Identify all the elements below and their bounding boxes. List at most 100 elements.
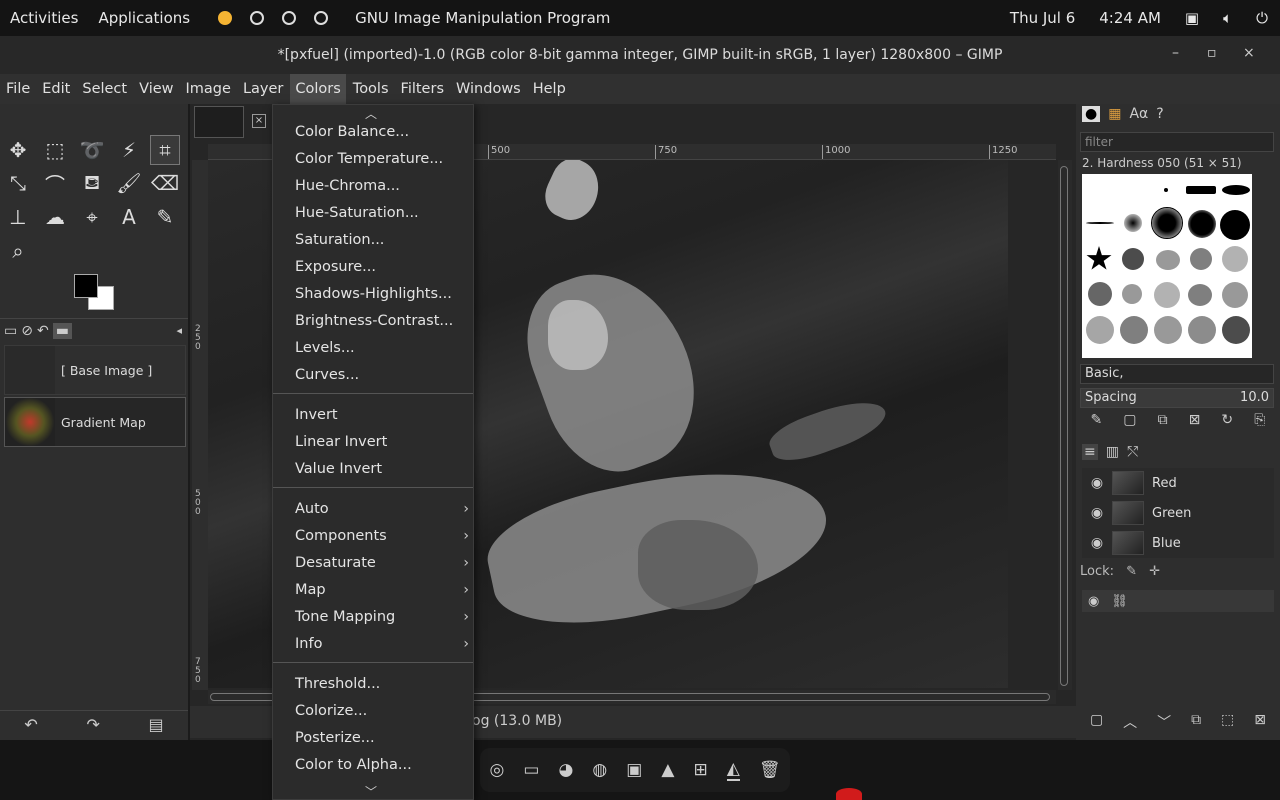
text-tool-icon[interactable]: A [114,202,144,232]
fonts-tab-icon[interactable]: Aα [1129,106,1148,122]
visibility-eye-icon[interactable]: ◉ [1082,505,1112,521]
menu-item-color-temperature[interactable]: Color Temperature... [295,146,443,173]
channel-row-blue[interactable]: ◉ Blue [1082,528,1274,558]
menu-file[interactable]: File [1,74,35,104]
brush-item[interactable] [1086,222,1114,224]
zoom-tool-icon[interactable]: ⌕ [3,236,33,266]
images-tab-icon[interactable]: ▬ [52,322,72,339]
channel-row-empty[interactable]: ◉ ⛓ [1082,590,1274,612]
visibility-eye-icon[interactable]: ◉ [1082,535,1112,551]
channel-to-selection-icon[interactable]: ⬚ [1221,712,1234,736]
menu-item-curves[interactable]: Curves... [295,362,359,389]
vertical-scrollbar[interactable] [1058,160,1072,690]
menu-windows[interactable]: Windows [451,74,526,104]
brush-item[interactable] [1188,316,1216,344]
channels-tab-icon[interactable]: ▥ [1106,444,1119,460]
dock-menu-icon[interactable]: ◂ [176,324,182,337]
brushes-tab-icon[interactable]: ● [1082,106,1101,122]
brush-preset-select[interactable]: Basic, [1080,364,1274,384]
brush-item[interactable] [1186,186,1216,194]
open-brush-icon[interactable]: ⎘ [1254,412,1265,434]
menu-tools[interactable]: Tools [348,74,394,104]
gimp-icon[interactable]: ◭ [726,759,740,781]
brush-grid[interactable] [1082,174,1252,358]
image-tab-thumbnail[interactable] [194,106,244,138]
menu-item-shadows-highlights[interactable]: Shadows-Highlights... [295,281,452,308]
clone-tool-icon[interactable]: ⊥ [3,202,33,232]
visibility-eye-icon[interactable]: ◉ [1088,594,1099,609]
menu-help[interactable]: Help [528,74,571,104]
menu-item-value-invert[interactable]: Value Invert [295,456,382,483]
brush-item[interactable] [1222,246,1248,272]
transform-tool-icon[interactable]: ⤡ [3,168,33,198]
menu-item-posterize[interactable]: Posterize... [295,725,375,752]
brush-item[interactable] [1188,210,1216,238]
chain-icon[interactable]: ⛓ [1111,594,1128,609]
fuzzy-select-tool-icon[interactable]: ⚡ [114,135,144,165]
warp-tool-icon[interactable]: ⌒ [40,168,70,198]
display-icon[interactable]: ▣ [1185,9,1199,27]
device-status-tab-icon[interactable]: ⊘ [21,323,33,339]
paths-tab-icon[interactable]: ⤲ [1127,444,1138,460]
menu-item-saturation[interactable]: Saturation... [295,227,384,254]
menu-item-auto[interactable]: Auto [295,496,329,523]
android-icon[interactable]: ⊞ [693,760,707,780]
spacing-slider[interactable]: Spacing 10.0 [1080,388,1274,408]
new-brush-icon[interactable]: ▢ [1123,412,1136,434]
patterns-tab-icon[interactable]: ▦ [1108,106,1121,122]
brush-item[interactable] [1151,207,1183,239]
brush-item[interactable] [1154,316,1182,344]
date-label[interactable]: Thu Jul 6 [1010,9,1075,27]
time-label[interactable]: 4:24 AM [1099,9,1161,27]
brush-item[interactable] [1164,188,1168,192]
foreground-color-swatch[interactable] [74,274,98,298]
workspace-indicator[interactable] [250,11,265,25]
smudge-tool-icon[interactable]: ☁ [40,202,70,232]
history-item-base-image[interactable]: [ Base Image ] [4,345,186,395]
workspace-indicator[interactable] [314,11,329,25]
lock-position-icon[interactable]: ✛ [1149,564,1160,579]
brush-item[interactable] [1222,316,1250,344]
undo-icon[interactable]: ↶ [24,715,37,734]
clear-history-icon[interactable]: ▤ [149,715,164,734]
files-icon[interactable]: ▭ [523,760,539,780]
brush-item[interactable] [1222,282,1248,308]
menu-item-color-balance[interactable]: Color Balance... [295,119,409,146]
menu-filters[interactable]: Filters [396,74,449,104]
menu-item-components[interactable]: Components [295,523,387,550]
power-icon[interactable]: ⏻ [1256,9,1268,27]
trash-icon[interactable]: 🗑︎ [759,760,781,780]
lasso-tool-icon[interactable]: ➰ [77,135,107,165]
firefox-icon[interactable]: ◕ [558,760,573,780]
vertical-ruler[interactable]: 250 500 750 [192,160,208,690]
brush-item[interactable] [1154,282,1180,308]
bucket-fill-tool-icon[interactable]: ⛾ [77,168,107,198]
activities-button[interactable]: Activities [0,9,88,27]
brush-item[interactable] [1190,248,1212,270]
brush-item[interactable] [1122,284,1142,304]
volume-icon[interactable]: 🔈︎ [1223,9,1232,27]
terminal-icon[interactable]: ▣ [626,760,642,780]
paths-tool-icon[interactable]: ⌖ [77,202,107,232]
brush-item[interactable] [1124,214,1142,232]
delete-channel-icon[interactable]: ⊠ [1254,712,1266,736]
menu-item-levels[interactable]: Levels... [295,335,355,362]
maximize-button[interactable]: ▫ [1207,45,1217,61]
applications-menu[interactable]: Applications [88,9,200,27]
menu-item-threshold[interactable]: Threshold... [295,671,380,698]
duplicate-brush-icon[interactable]: ⧉ [1158,412,1168,434]
duplicate-channel-icon[interactable]: ⧉ [1191,712,1201,736]
edit-brush-icon[interactable]: ✎ [1091,412,1103,434]
menu-layer[interactable]: Layer [238,74,288,104]
brush-item[interactable] [1122,248,1144,270]
menu-item-brightness-contrast[interactable]: Brightness-Contrast... [295,308,453,335]
new-channel-icon[interactable]: ▢ [1090,712,1103,736]
redo-icon[interactable]: ↷ [86,715,99,734]
menu-item-info[interactable]: Info [295,631,322,658]
move-tool-icon[interactable]: ✥ [3,135,33,165]
brush-item[interactable] [1086,246,1112,270]
brush-item[interactable] [1188,284,1212,306]
lower-channel-icon[interactable]: ﹀ [1157,712,1171,736]
menu-item-colorize[interactable]: Colorize... [295,698,367,725]
menu-colors[interactable]: Colors [290,74,346,104]
